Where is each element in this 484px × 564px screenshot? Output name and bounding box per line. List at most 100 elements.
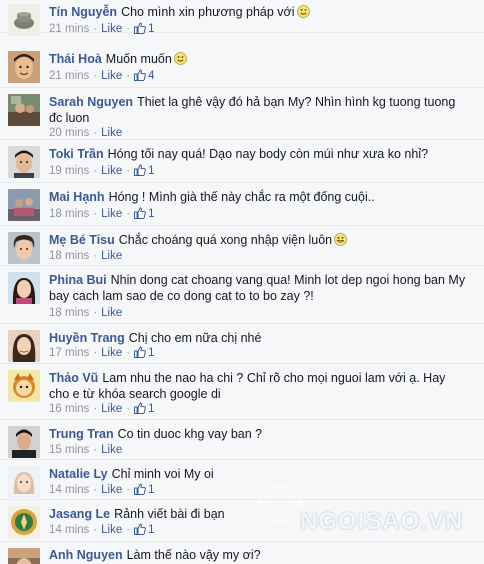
- like-count[interactable]: 1: [148, 347, 154, 359]
- comment-body: Huyền Trang Chị cho em nữa chị nhé: [49, 330, 469, 346]
- thumbs-up-icon: [134, 164, 146, 180]
- comment-author[interactable]: Natalie Ly: [49, 467, 108, 481]
- comment-author[interactable]: Trung Tran: [49, 427, 114, 441]
- comment-body: Thái Hoà Muốn muốn: [49, 51, 469, 67]
- comment-body: Thảo Vũ Lam nhu the nao ha chi ? Chỉ rõ c…: [49, 370, 469, 402]
- like-count[interactable]: 1: [148, 403, 154, 415]
- comment-item: Toki Trần Hóng tối nay quá! Dạo nay body …: [0, 140, 484, 183]
- comment-meta: 14 mins · Like · 1: [49, 523, 154, 539]
- like-count[interactable]: 1: [148, 484, 154, 496]
- comment-meta: 16 mins · Like · 1: [49, 402, 154, 418]
- like-count[interactable]: 1: [148, 23, 154, 35]
- like-button[interactable]: Like: [101, 307, 122, 319]
- avatar[interactable]: [8, 370, 40, 402]
- comment-author[interactable]: Toki Trần: [49, 147, 104, 161]
- comment-body: Mẹ Bé Tisu Chắc choáng quá xong nhập viện…: [49, 232, 469, 248]
- comment-author[interactable]: Mai Hạnh: [49, 190, 105, 204]
- smile-emoticon-icon: [173, 52, 187, 65]
- like-button[interactable]: Like: [101, 250, 122, 262]
- like-count[interactable]: 1: [148, 165, 154, 177]
- thumbs-up-icon: [134, 22, 146, 38]
- comment-text: Chỉ minh voi My oi: [111, 467, 214, 481]
- avatar[interactable]: [8, 426, 40, 458]
- comment-item: Phina Bui Nhin dong cat choang vang qua! …: [0, 266, 484, 324]
- comment-item: Thái Hoà Muốn muốn 21 mins · Like · 4: [0, 45, 484, 88]
- like-button[interactable]: Like: [101, 444, 122, 456]
- avatar[interactable]: [8, 330, 40, 362]
- comment-meta: 15 mins · Like: [49, 444, 123, 456]
- comment-time[interactable]: 14 mins: [49, 484, 89, 496]
- comment-meta: 19 mins · Like · 1: [49, 164, 154, 180]
- like-button[interactable]: Like: [101, 403, 122, 415]
- avatar[interactable]: [8, 146, 40, 178]
- comment-author[interactable]: Thái Hoà: [49, 52, 102, 66]
- thumbs-up-icon: [134, 402, 146, 418]
- comment-meta: 17 mins · Like · 1: [49, 346, 154, 362]
- comment-author[interactable]: Mẹ Bé Tisu: [49, 233, 115, 247]
- comment-body: Tín Nguyễn Cho mình xin phương pháp với: [49, 4, 469, 20]
- comment-time[interactable]: 18 mins: [49, 250, 89, 262]
- like-button[interactable]: Like: [101, 23, 122, 35]
- like-button[interactable]: Like: [101, 127, 122, 139]
- comment-meta: 21 mins · Like · 4: [49, 69, 154, 85]
- like-button[interactable]: Like: [101, 208, 122, 220]
- comment-meta: 18 mins · Like · 1: [49, 207, 154, 223]
- comment-text: Làm thế nào vậy my ơi?: [126, 548, 261, 562]
- watermark-text: NGOISAO.VN: [300, 508, 464, 535]
- avatar[interactable]: [8, 189, 40, 221]
- avatar[interactable]: [8, 94, 40, 126]
- avatar[interactable]: [8, 466, 40, 498]
- like-button[interactable]: Like: [101, 70, 122, 82]
- comment-body: Toki Trần Hóng tối nay quá! Dạo nay body …: [49, 146, 469, 162]
- comment-text: Nhin dong cat choang vang qua! Minh lot …: [49, 273, 466, 303]
- comment-author[interactable]: Huyền Trang: [49, 331, 125, 345]
- comment-feed: Tín Nguyễn Cho mình xin phương pháp với 2…: [0, 0, 484, 564]
- comment-meta: 20 mins · Like: [49, 127, 123, 139]
- comment-item: Trung Tran Co tin duoc khg vay ban ? 15 m…: [0, 420, 484, 460]
- comment-text: Chắc choáng quá xong nhập viện luôn: [118, 233, 333, 247]
- comment-time[interactable]: 19 mins: [49, 165, 89, 177]
- comment-body: Trung Tran Co tin duoc khg vay ban ?: [49, 426, 469, 442]
- thumbs-up-icon: [134, 523, 146, 539]
- comment-author[interactable]: Phina Bui: [49, 273, 107, 287]
- comment-meta: 18 mins · Like: [49, 307, 123, 319]
- comment-body: Phina Bui Nhin dong cat choang vang qua! …: [49, 272, 469, 304]
- comment-time[interactable]: 14 mins: [49, 524, 89, 536]
- comment-time[interactable]: 16 mins: [49, 403, 89, 415]
- avatar[interactable]: [8, 4, 40, 36]
- like-button[interactable]: Like: [101, 347, 122, 359]
- comment-text: Hóng ! Mình già thế này chắc ra một đống…: [108, 190, 375, 204]
- comment-time[interactable]: 18 mins: [49, 307, 89, 319]
- comment-text: Rảnh viết bài đi bạn: [114, 507, 225, 521]
- comment-time[interactable]: 21 mins: [49, 70, 89, 82]
- avatar[interactable]: [8, 51, 40, 83]
- avatar[interactable]: [8, 506, 40, 538]
- comment-author[interactable]: Jasang Le: [49, 507, 110, 521]
- avatar[interactable]: [8, 548, 40, 564]
- comment-text: Chị cho em nữa chị nhé: [128, 331, 262, 345]
- comment-item: Huyền Trang Chị cho em nữa chị nhé 17 min…: [0, 324, 484, 364]
- comment-item: Tín Nguyễn Cho mình xin phương pháp với 2…: [0, 0, 484, 36]
- like-button[interactable]: Like: [101, 524, 122, 536]
- like-count[interactable]: 1: [148, 208, 154, 220]
- comment-author[interactable]: Anh Nguyen: [49, 548, 123, 562]
- comment-text: Hóng tối nay quá! Dạo nay body còn múi n…: [107, 147, 429, 161]
- avatar[interactable]: [8, 272, 40, 304]
- like-count[interactable]: 1: [148, 524, 154, 536]
- comment-time[interactable]: 18 mins: [49, 208, 89, 220]
- comment-author[interactable]: Tín Nguyễn: [49, 5, 117, 19]
- like-button[interactable]: Like: [101, 165, 122, 177]
- comment-time[interactable]: 17 mins: [49, 347, 89, 359]
- comment-time[interactable]: 15 mins: [49, 444, 89, 456]
- like-count[interactable]: 4: [148, 70, 154, 82]
- comment-body: Mai Hạnh Hóng ! Mình già thế này chắc ra …: [49, 189, 469, 205]
- comment-author[interactable]: Sarah Nguyen: [49, 95, 133, 109]
- like-button[interactable]: Like: [101, 484, 122, 496]
- avatar[interactable]: [8, 232, 40, 264]
- grin-emoticon-icon: [334, 233, 348, 246]
- comment-time[interactable]: 21 mins: [49, 23, 89, 35]
- comment-time[interactable]: 20 mins: [49, 127, 89, 139]
- comment-meta: 18 mins · Like: [49, 250, 123, 262]
- comment-author[interactable]: Thảo Vũ: [49, 371, 98, 385]
- comment-meta: 14 mins · Like · 1: [49, 483, 154, 499]
